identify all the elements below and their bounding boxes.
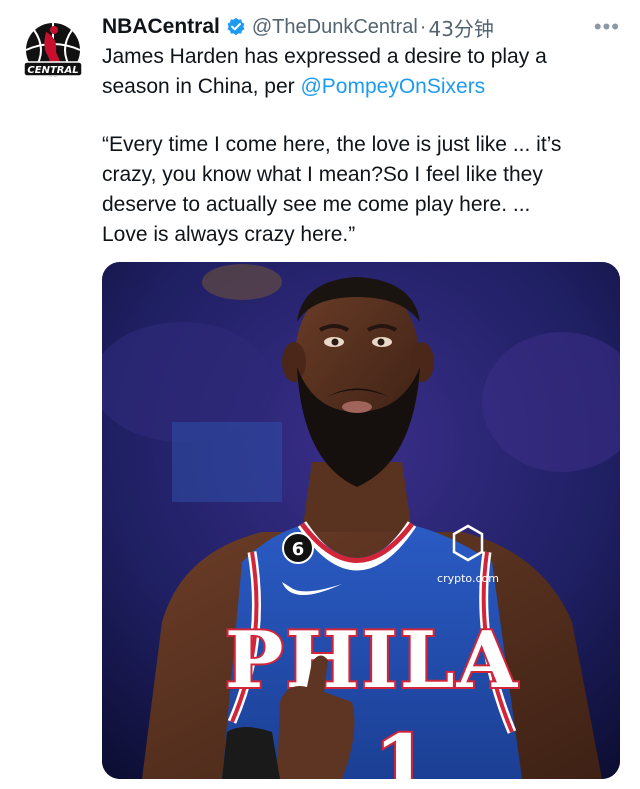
quote-line: “Every time I come here, the love is jus… [102,133,562,156]
quote-line: crazy, you know what I mean?So I feel li… [102,163,543,186]
avatar-logo-text: CENTRAL [27,65,78,76]
verified-badge-icon [226,17,246,37]
jersey-number: 1 [374,717,430,779]
user-handle[interactable]: @TheDunkCentral [252,16,418,39]
dot-separator: · [419,15,427,38]
tweet-media-image[interactable]: 6 crypto.com PHILA 1 [102,262,620,779]
tweet-quote: “Every time I come here, the love is jus… [102,130,622,250]
quote-line: Love is always crazy here.” [102,223,356,246]
quote-line: deserve to actually see me come play her… [102,193,531,216]
more-options-icon[interactable]: ••• [594,14,620,40]
tweet-text: James Harden has expressed a desire to p… [102,42,622,102]
tweet-text-line: season in China, per @PompeyOnSixers [102,72,622,102]
jersey-patch-number: 6 [292,539,305,560]
tweet-text-line: James Harden has expressed a desire to p… [102,45,547,68]
jersey-sponsor: crypto.com [437,572,499,585]
display-name[interactable]: NBACentral [102,15,220,39]
jersey-team-text: PHILA [225,615,519,706]
timestamp[interactable]: 43分钟 [428,13,493,42]
mention-link[interactable]: @PompeyOnSixers [300,75,485,98]
tweet-text-prefix: season in China, per [102,75,301,98]
tweet-card: CENTRAL NBACentral @TheDunkCentral · 43分… [0,0,640,789]
avatar[interactable]: CENTRAL [18,18,88,88]
tweet-header: NBACentral @TheDunkCentral · 43分钟 ••• [102,10,620,44]
basketball-logo-icon: CENTRAL [19,19,87,87]
